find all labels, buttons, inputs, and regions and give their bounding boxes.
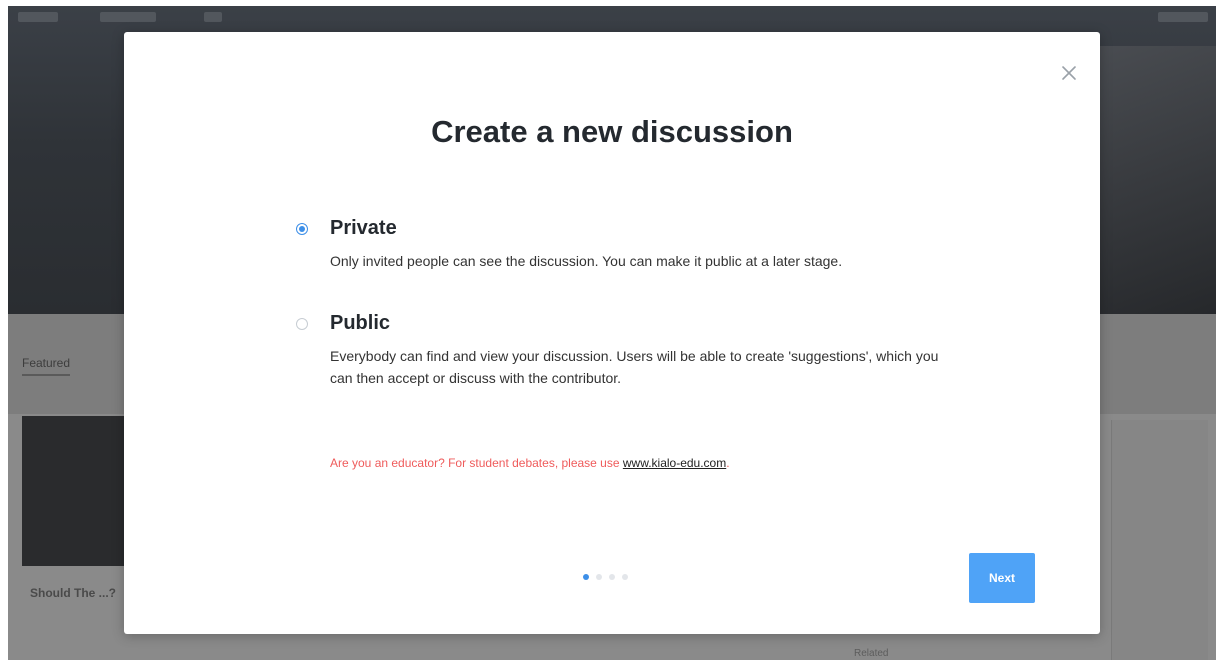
modal-title: Create a new discussion bbox=[431, 114, 793, 149]
background-nav-item bbox=[18, 12, 58, 22]
background-bottom-item: Related bbox=[854, 648, 889, 659]
step-indicator bbox=[583, 574, 628, 582]
step-dot-1 bbox=[583, 574, 589, 580]
background-featured-tab: Featured bbox=[22, 356, 71, 376]
background-sidebar bbox=[1111, 420, 1208, 660]
background-card-title: Should The ...? bbox=[30, 586, 116, 600]
private-description: Only invited people can see the discussi… bbox=[330, 253, 843, 269]
close-button[interactable] bbox=[1058, 62, 1080, 84]
screen: Featured Should The ...? Related Create … bbox=[0, 0, 1216, 660]
next-button[interactable]: Next bbox=[969, 553, 1035, 603]
step-dot-2 bbox=[596, 574, 602, 580]
background-nav-item bbox=[204, 12, 222, 22]
background-nav-item bbox=[1158, 12, 1208, 22]
educator-note: Are you an educator? For student debates… bbox=[330, 456, 730, 470]
background-card-image bbox=[22, 416, 132, 566]
educator-note-suffix: . bbox=[726, 456, 730, 470]
close-icon bbox=[1062, 66, 1076, 80]
kialo-edu-link[interactable]: www.kialo-edu.com bbox=[623, 456, 726, 470]
background-nav-item bbox=[100, 12, 156, 22]
step-dot-3 bbox=[609, 574, 615, 580]
public-description: Everybody can find and view your discuss… bbox=[330, 348, 939, 386]
private-radio[interactable] bbox=[296, 223, 308, 235]
public-radio[interactable] bbox=[296, 318, 308, 330]
create-discussion-modal: Create a new discussion Private Only inv… bbox=[124, 32, 1100, 634]
public-label[interactable]: Public bbox=[330, 312, 390, 335]
step-dot-4 bbox=[622, 574, 628, 580]
private-label[interactable]: Private bbox=[330, 217, 397, 240]
educator-note-text: Are you an educator? For student debates… bbox=[330, 456, 623, 470]
